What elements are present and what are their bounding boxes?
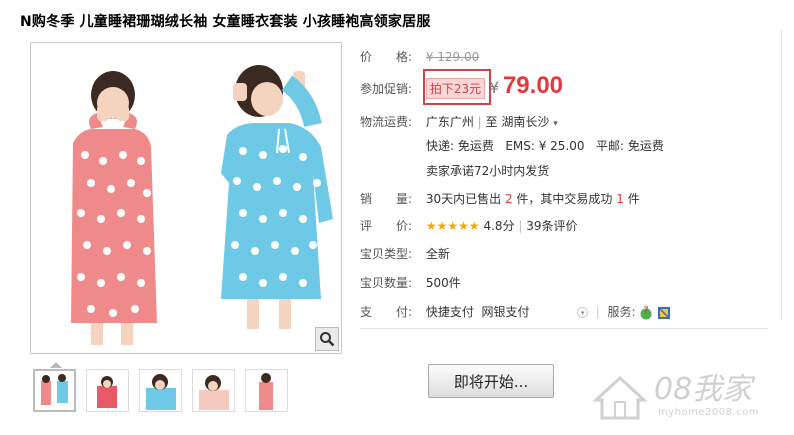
sales-label: 销 量: [360, 192, 413, 206]
magnifier-icon [320, 332, 335, 347]
service-label: 服务: [607, 305, 636, 319]
quantity-value: 500件 [425, 276, 461, 290]
main-product-image[interactable] [30, 42, 342, 354]
thumbnail-strip [33, 369, 288, 412]
type-label: 宝贝类型: [360, 247, 413, 261]
watermark-text: 08我家 [654, 372, 753, 407]
rating-label: 评 价: [360, 219, 413, 233]
price-row: 价 格: ¥ 129.00 [360, 48, 479, 65]
currency-symbol: ¥ [488, 78, 500, 97]
thumbnail-2[interactable] [86, 369, 129, 412]
shipping-row: 物流运费: 广东广州 | 至 湖南长沙 ▾ [360, 115, 558, 129]
shipping-promise: 卖家承诺72小时内发货 [426, 164, 550, 178]
thumbnail-pointer [50, 362, 62, 368]
price-label: 价 格: [360, 50, 413, 64]
sales-mid: 件，其中交易成功 [516, 192, 613, 206]
thumbnail-4[interactable] [192, 369, 235, 412]
payment-dropdown-icon[interactable]: ▾ [577, 307, 589, 318]
sales-suffix: 件 [627, 192, 640, 206]
payment-method-bank[interactable]: 网银支付 [481, 305, 529, 319]
credit-card-icon[interactable] [657, 306, 671, 320]
pink-robe-figure [71, 71, 157, 345]
normal-mail-fee: 平邮: 免运费 [595, 139, 664, 153]
payment-row: 支 付: 快捷支付 网银支付 ▾ | 服务: 7 [360, 303, 671, 320]
type-value: 全新 [425, 247, 450, 261]
chevron-down-icon[interactable]: ▾ [553, 119, 558, 129]
promo-label: 参加促销: [360, 82, 413, 96]
seven-day-return-icon[interactable]: 7 [639, 306, 653, 320]
sales-prefix: 30天内已售出 [425, 192, 502, 206]
zoom-button[interactable] [315, 327, 339, 351]
product-title: N购冬季 儿童睡裙珊瑚绒长袖 女童睡衣套装 小孩睡袍高领家居服 [20, 14, 431, 30]
rating-score: 4.8分 [483, 219, 515, 233]
quantity-row: 宝贝数量: 500件 [360, 274, 461, 291]
scroll-edge [781, 30, 782, 320]
svg-text:7: 7 [644, 306, 649, 315]
shipping-label: 物流运费: [360, 115, 413, 129]
sales-count: 2 [504, 192, 513, 206]
site-watermark: 08我家 myhome2008.com [588, 352, 788, 432]
sales-row: 销 量: 30天内已售出 2 件，其中交易成功 1 件 [360, 190, 640, 207]
sales-success-count: 1 [616, 192, 624, 206]
original-price: ¥ 129.00 [425, 50, 480, 64]
ems-fee: EMS: ¥ 25.00 [505, 139, 585, 153]
payment-method-quick[interactable]: 快捷支付 [426, 305, 474, 319]
rating-stars-icon: ★★★★★ [425, 219, 480, 233]
reviews-link[interactable]: 39条评价 [526, 219, 577, 233]
buy-button[interactable]: 即将开始... [428, 364, 554, 398]
section-divider [360, 328, 768, 329]
rating-row: 评 价: ★★★★★ 4.8分 | 39条评价 [360, 219, 578, 233]
blue-robe-figure [221, 65, 333, 329]
type-row: 宝贝类型: 全新 [360, 245, 450, 262]
quantity-label: 宝贝数量: [360, 276, 413, 290]
shipping-fees-row: 快递: 免运费 EMS: ¥ 25.00 平邮: 免运费 [426, 137, 664, 154]
product-photo [71, 65, 333, 345]
thumbnail-3[interactable] [139, 369, 182, 412]
promo-tag: 拍下23元 [425, 78, 486, 99]
promo-row: 参加促销: 拍下23元 ¥ 79.00 [360, 72, 563, 100]
payment-label: 支 付: [360, 305, 413, 319]
watermark-url: myhome2008.com [658, 407, 759, 418]
thumbnail-5[interactable] [245, 369, 288, 412]
promo-price: 79.00 [502, 72, 564, 99]
express-fee: 快递: 免运费 [426, 139, 494, 153]
shipping-to-prefix: 至 [485, 115, 498, 129]
thumbnail-1[interactable] [33, 369, 76, 412]
shipping-destination[interactable]: 湖南长沙 [501, 115, 549, 129]
shipping-from: 广东广州 [425, 115, 474, 129]
